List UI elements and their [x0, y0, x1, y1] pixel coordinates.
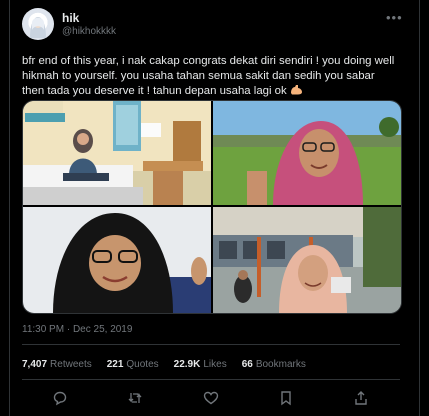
heart-icon[interactable]: [203, 390, 219, 406]
photo-hospital-room[interactable]: [23, 101, 211, 205]
share-icon[interactable]: [353, 390, 369, 406]
stat-bookmarks[interactable]: 66 Bookmarks: [242, 359, 306, 370]
photo-outdoor-selfie[interactable]: [213, 101, 401, 205]
stat-likes[interactable]: 22.9K Likes: [174, 359, 227, 370]
photo-black-hijab-selfie[interactable]: [23, 207, 211, 313]
reply-icon[interactable]: [52, 390, 68, 406]
author-handle[interactable]: @hikhokkkk: [62, 26, 116, 37]
engagement-stats: 7,407 Retweets 221 Quotes 22.9K Likes 66 Boo…: [22, 359, 306, 370]
media-grid: [22, 100, 402, 314]
flexed-biceps-emoji-icon: [290, 85, 302, 95]
avatar[interactable]: [22, 8, 54, 40]
divider-bottom: [22, 379, 400, 380]
stat-quotes[interactable]: 221 Quotes: [107, 359, 159, 370]
retweet-icon[interactable]: [127, 390, 143, 406]
photo-building-courtyard[interactable]: [213, 207, 401, 313]
author-name[interactable]: hik: [62, 11, 79, 25]
stat-retweets[interactable]: 7,407 Retweets: [22, 359, 92, 370]
tweet-timestamp[interactable]: 11:30 PM · Dec 25, 2019: [22, 324, 132, 335]
tweet-text: bfr end of this year, i nak cakap congra…: [22, 54, 400, 99]
more-options-icon[interactable]: •••: [386, 10, 403, 25]
tweet-text-content: bfr end of this year, i nak cakap congra…: [22, 55, 395, 97]
divider-top: [22, 344, 400, 345]
bookmark-icon[interactable]: [278, 390, 294, 406]
action-bar: [22, 390, 400, 406]
